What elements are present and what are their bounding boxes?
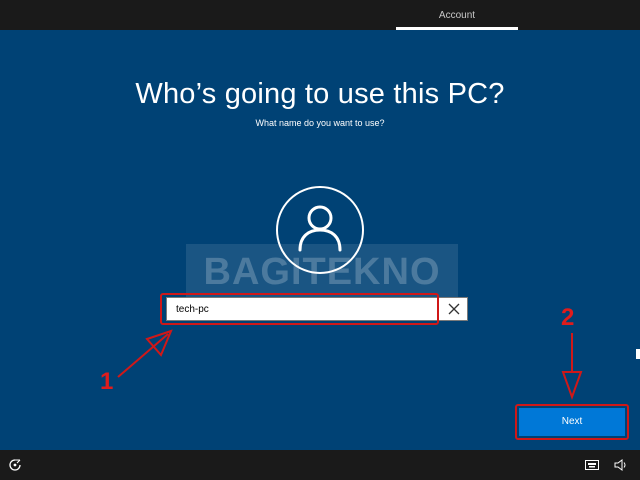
annotation-label-2: 2 (561, 304, 575, 331)
annotation-highlight-next-button (515, 404, 629, 440)
keyboard-icon[interactable] (585, 460, 599, 470)
bottom-bar (0, 450, 640, 480)
ease-of-access-icon[interactable] (8, 458, 22, 472)
mouse-cursor (636, 349, 640, 359)
annotation-label-1: 1 (100, 368, 114, 395)
annotation-arrow-2 (561, 333, 583, 400)
annotation-arrow-1 (117, 329, 173, 378)
volume-icon[interactable] (614, 459, 628, 471)
